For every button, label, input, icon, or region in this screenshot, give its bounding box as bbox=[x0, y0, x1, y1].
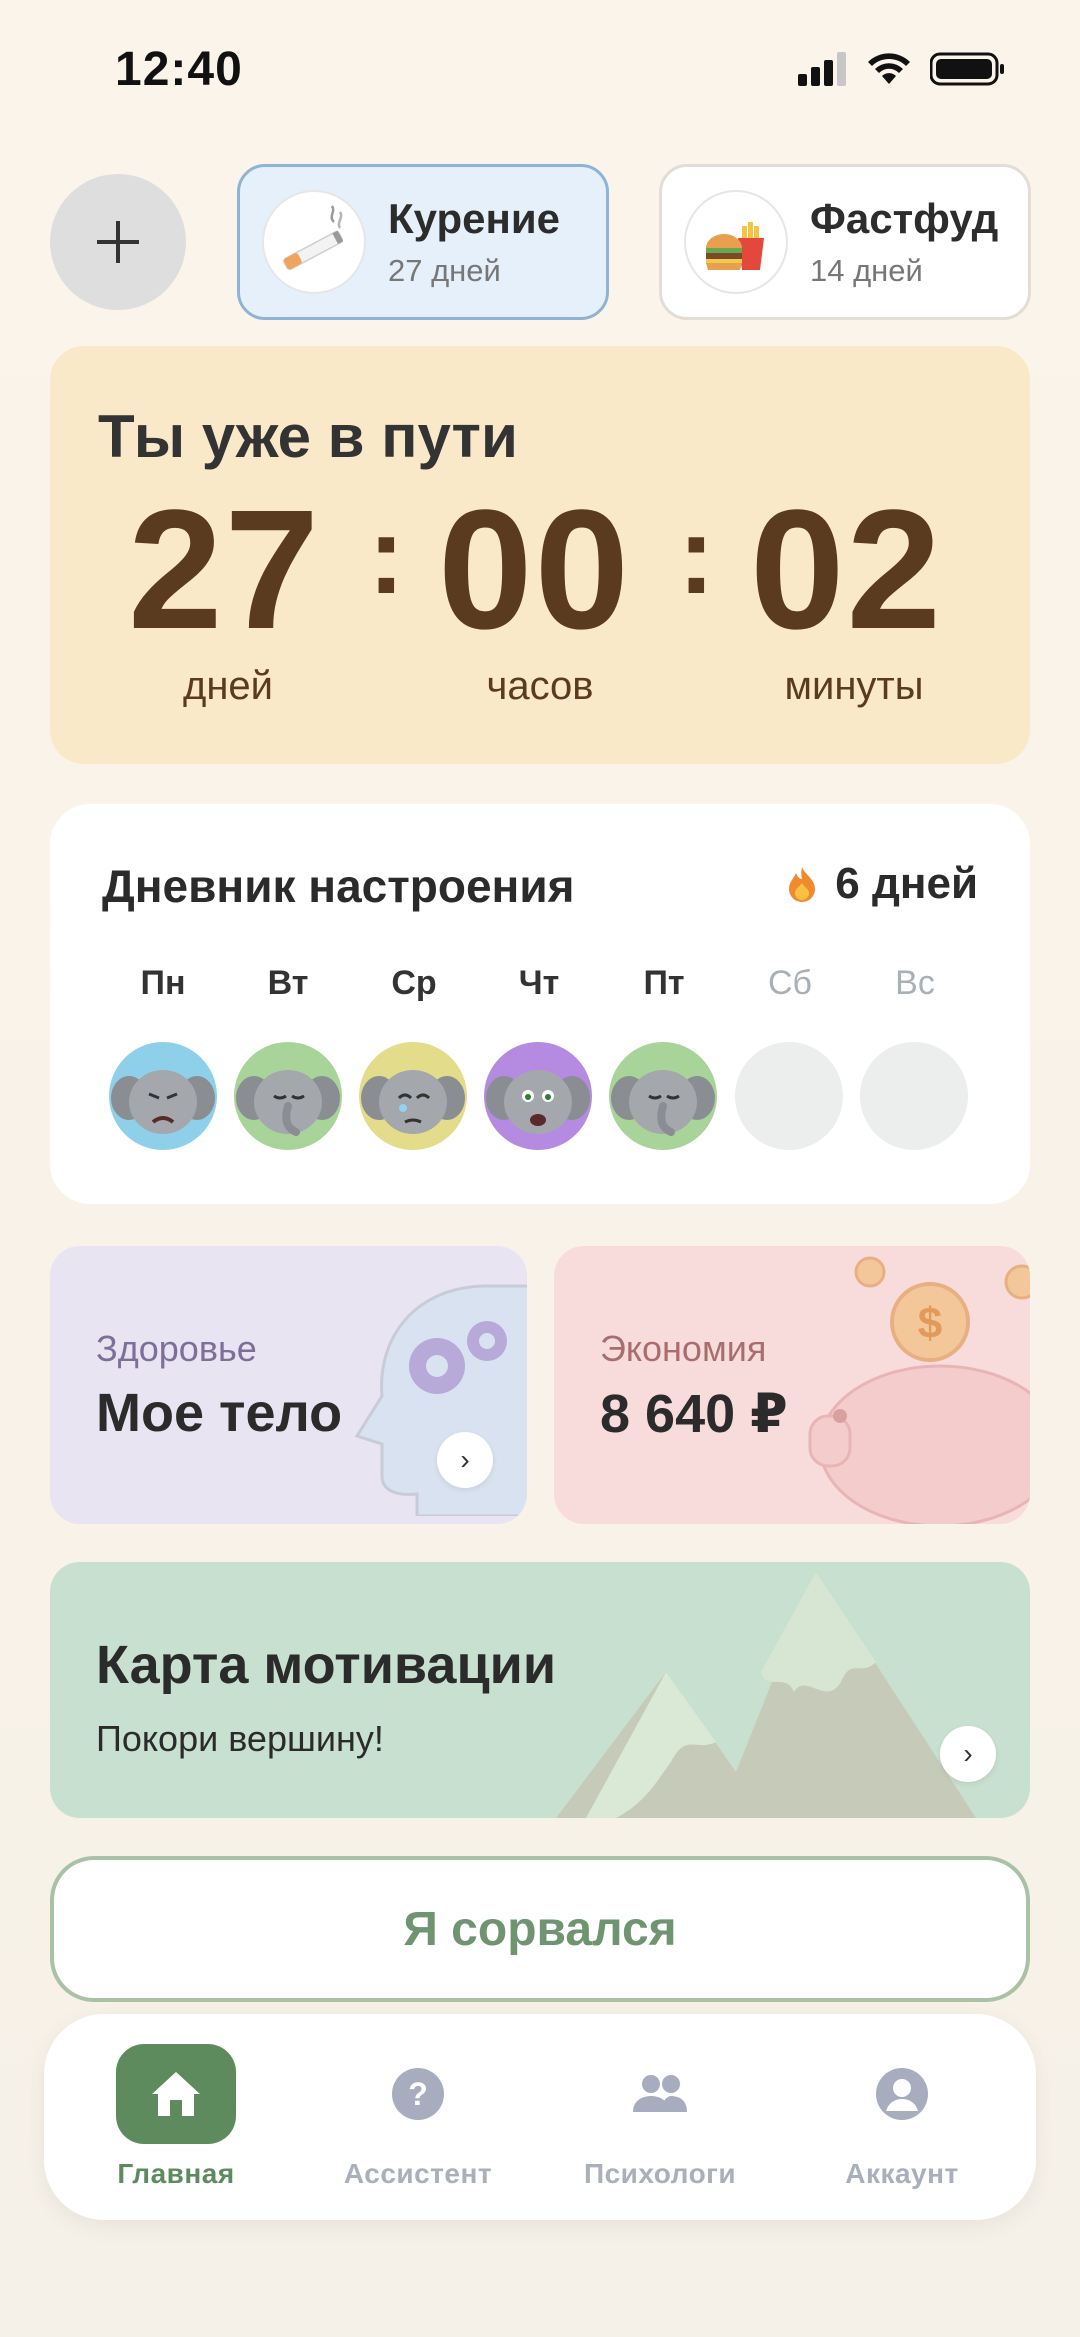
day-label-tue: Вт bbox=[267, 964, 309, 1002]
mood-diary-card[interactable]: Дневник настроения 6 дней Пн Вт Ср Чт Пт… bbox=[50, 804, 1030, 1204]
elephant-crying-icon bbox=[361, 1070, 465, 1134]
day-label-wed: Ср bbox=[391, 964, 437, 1002]
svg-text:?: ? bbox=[408, 2076, 428, 2112]
habit-card-smoking[interactable]: Курение 27 дней bbox=[237, 164, 609, 320]
tab-home[interactable]: Главная bbox=[76, 2044, 276, 2190]
day-label-sat: Сб bbox=[767, 964, 813, 1002]
tab-psychologists[interactable]: Психологи bbox=[560, 2044, 760, 2190]
motivation-subtitle: Покори вершину! bbox=[96, 1718, 384, 1759]
economy-label: Экономия bbox=[600, 1328, 767, 1369]
progress-timer-card: Ты уже в пути 27 : 00 : 02 дней часов ми… bbox=[50, 346, 1030, 764]
elephant-calm-icon bbox=[611, 1070, 715, 1136]
people-icon bbox=[633, 2075, 687, 2112]
mood-diary-title: Дневник настроения bbox=[102, 860, 575, 912]
mountain-icon bbox=[556, 1572, 976, 1818]
habit-name: Фастфуд bbox=[810, 195, 999, 242]
day-label-sun: Вс bbox=[895, 964, 935, 1002]
mood-face-fri[interactable] bbox=[609, 1042, 717, 1150]
habit-days: 14 дней bbox=[810, 253, 923, 288]
elephant-sad-icon bbox=[111, 1070, 215, 1134]
head-gears-icon bbox=[354, 1284, 527, 1516]
chevron-right-icon: › bbox=[460, 1444, 470, 1475]
status-icons bbox=[798, 52, 1006, 86]
signal-icon bbox=[798, 52, 846, 86]
motivation-title: Карта мотивации bbox=[96, 1635, 557, 1695]
tab-psychologists-label: Психологи bbox=[583, 2158, 737, 2189]
mood-face-mon[interactable] bbox=[109, 1042, 217, 1150]
health-card[interactable]: Здоровье Мое тело › bbox=[50, 1246, 527, 1524]
mood-face-sat[interactable] bbox=[735, 1042, 843, 1150]
tab-account-label: Аккаунт bbox=[845, 2158, 959, 2189]
chevron-right-icon: › bbox=[963, 1738, 973, 1769]
account-icon bbox=[876, 2068, 928, 2120]
day-label-thu: Чт bbox=[518, 964, 560, 1002]
economy-card[interactable]: $ Экономия 8 640 ₽ bbox=[554, 1246, 1030, 1524]
fastfood-icon bbox=[684, 190, 788, 294]
health-open-button[interactable]: › bbox=[437, 1432, 493, 1488]
motivation-open-button[interactable]: › bbox=[940, 1726, 996, 1782]
status-time: 12:40 bbox=[115, 43, 243, 96]
svg-text:$: $ bbox=[918, 1299, 942, 1348]
piggy-bank-icon: $ bbox=[808, 1256, 1030, 1524]
timer-hours-label: часов bbox=[486, 664, 594, 708]
streak-count: 6 дней bbox=[835, 859, 978, 908]
habit-days: 27 дней bbox=[388, 253, 501, 288]
day-label-fri: Пт bbox=[643, 964, 685, 1002]
timer-days: 27 bbox=[128, 475, 322, 665]
tab-home-label: Главная bbox=[117, 2158, 235, 2189]
streak-badge: 6 дней bbox=[787, 859, 978, 909]
mood-face-tue[interactable] bbox=[234, 1042, 342, 1150]
mood-face-wed[interactable] bbox=[359, 1042, 467, 1150]
timer-separator: : bbox=[368, 494, 405, 617]
mood-face-sun[interactable] bbox=[860, 1042, 968, 1150]
health-value: Мое тело bbox=[96, 1383, 343, 1443]
fire-icon bbox=[789, 867, 816, 902]
timer-minutes-label: минуты bbox=[784, 664, 924, 708]
timer-minutes: 02 bbox=[750, 475, 944, 665]
home-icon bbox=[152, 2072, 200, 2116]
tab-account[interactable]: Аккаунт bbox=[802, 2044, 1002, 2190]
timer-hours: 00 bbox=[438, 475, 632, 665]
cigarette-icon bbox=[262, 190, 366, 294]
question-icon: ? bbox=[392, 2068, 444, 2120]
elephant-calm-icon bbox=[236, 1070, 340, 1136]
plus-icon bbox=[97, 221, 139, 263]
timer-title: Ты уже в пути bbox=[98, 403, 518, 470]
timer-separator: : bbox=[678, 494, 715, 617]
health-label: Здоровье bbox=[96, 1328, 257, 1369]
habit-name: Курение bbox=[388, 195, 560, 242]
bottom-tab-bar: Главная ? Ассистент Психологи Аккаунт bbox=[44, 2014, 1036, 2220]
economy-value: 8 640 ₽ bbox=[600, 1384, 788, 1444]
status-bar: 12:40 bbox=[0, 0, 1080, 140]
motivation-map-card[interactable]: Карта мотивации Покори вершину! › bbox=[50, 1562, 1030, 1818]
elephant-scared-icon bbox=[486, 1070, 590, 1134]
relapse-button[interactable]: Я сорвался bbox=[50, 1856, 1030, 2002]
day-label-mon: Пн bbox=[140, 964, 186, 1002]
wifi-icon bbox=[868, 53, 910, 84]
battery-icon bbox=[930, 52, 1004, 86]
add-habit-button[interactable] bbox=[50, 174, 186, 310]
mood-face-thu[interactable] bbox=[484, 1042, 592, 1150]
habit-card-fastfood[interactable]: Фастфуд 14 дней bbox=[659, 164, 1031, 320]
tab-assistant[interactable]: ? Ассистент bbox=[318, 2044, 518, 2190]
timer-days-label: дней bbox=[182, 664, 274, 708]
tab-assistant-label: Ассистент bbox=[343, 2158, 493, 2189]
